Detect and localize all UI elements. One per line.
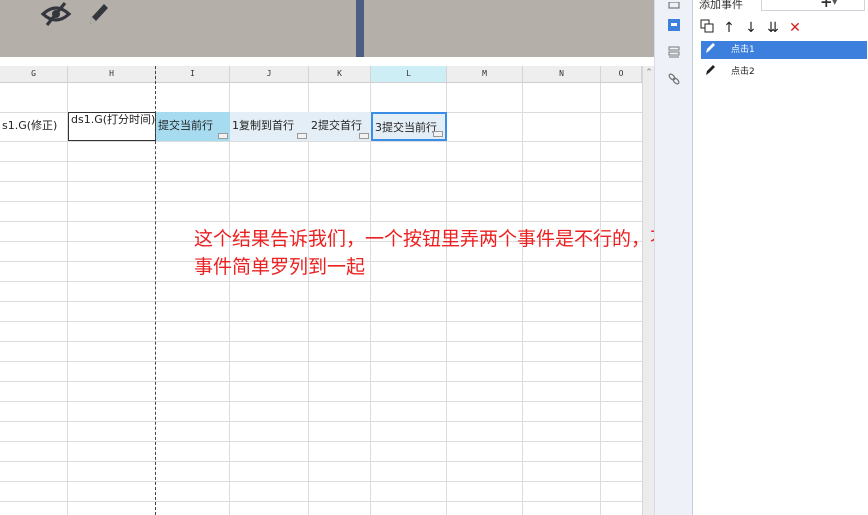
column-line xyxy=(370,83,371,515)
toolbar-gap xyxy=(0,57,654,66)
cell-J-label: 1复制到首行 xyxy=(232,119,294,132)
column-line xyxy=(446,83,447,515)
cell-L-label: 3提交当前行 xyxy=(375,121,437,134)
row-line xyxy=(0,201,642,202)
pencil-icon xyxy=(704,41,716,62)
row-line xyxy=(0,341,642,342)
page-break-line xyxy=(155,66,156,515)
cell-G-text: s1.G(修正) xyxy=(2,119,58,132)
widget-marker-icon xyxy=(297,133,307,139)
pencil-icon xyxy=(704,63,716,84)
toolbar-panel-right xyxy=(364,0,654,57)
row-line xyxy=(0,161,642,162)
copy-icon[interactable] xyxy=(699,19,715,37)
event-item-click2[interactable]: 点击2 xyxy=(701,63,867,81)
column-header-M[interactable]: M xyxy=(447,66,523,82)
panel-icon[interactable] xyxy=(667,0,681,14)
row-line xyxy=(0,401,642,402)
column-line xyxy=(308,83,309,515)
column-header-J[interactable]: J xyxy=(230,66,309,82)
column-header-N[interactable]: N xyxy=(523,66,601,82)
cell-I-label: 提交当前行 xyxy=(158,119,213,132)
cell-G[interactable]: s1.G(修正) xyxy=(0,112,68,141)
widget-marker-icon xyxy=(359,133,369,139)
pencil-icon[interactable] xyxy=(85,0,111,31)
panel-title: 添加事件 xyxy=(699,0,743,11)
column-header-L[interactable]: L xyxy=(371,66,447,82)
row-line xyxy=(0,301,642,302)
row-line xyxy=(0,361,642,362)
widget-marker-icon xyxy=(218,133,228,139)
event-label: 点击1 xyxy=(731,45,755,55)
add-icon: + xyxy=(820,0,833,11)
move-down-icon[interactable]: ↓ xyxy=(743,19,759,37)
row-line xyxy=(0,321,642,322)
row-line xyxy=(0,481,642,482)
row-line xyxy=(0,221,642,222)
row-line xyxy=(0,141,642,142)
chevron-down-icon: ▼ xyxy=(832,0,838,6)
panel-divider[interactable] xyxy=(356,0,364,57)
row-line xyxy=(0,381,642,382)
vertical-scrollbar[interactable]: ⌃ xyxy=(642,66,654,515)
column-header-G[interactable]: G xyxy=(0,66,68,82)
column-header-H[interactable]: H xyxy=(68,66,156,82)
delete-icon[interactable]: ✕ xyxy=(787,19,803,37)
spreadsheet-grid[interactable]: s1.G(修正) ds1.G(打分时间) 提交当前行 1复制到首行 2提交首行 … xyxy=(0,83,642,515)
event-icon[interactable] xyxy=(667,18,681,32)
event-panel: 添加事件 + ▼ ↑ ↓ ⇊ ✕ 点击1 点击2 xyxy=(692,0,868,515)
toolbar-panel xyxy=(0,0,356,57)
column-header-K[interactable]: K xyxy=(309,66,371,82)
layers-icon[interactable] xyxy=(667,45,681,59)
move-bottom-icon[interactable]: ⇊ xyxy=(765,19,781,37)
event-item-click1[interactable]: 点击1 xyxy=(701,41,867,59)
column-header-O[interactable]: O xyxy=(601,66,642,82)
column-line xyxy=(67,83,68,515)
submit-current-row-button-3[interactable]: 3提交当前行 xyxy=(371,112,447,141)
add-event-button[interactable]: + ▼ xyxy=(761,0,865,11)
cell-H-text: ds1.G(打分时间) xyxy=(71,113,156,126)
move-up-icon[interactable]: ↑ xyxy=(721,19,737,37)
side-icon-bar xyxy=(654,0,692,515)
cell-K-label: 2提交首行 xyxy=(311,119,362,132)
row-line xyxy=(0,421,642,422)
cell-H[interactable]: ds1.G(打分时间) xyxy=(68,112,156,141)
row-line xyxy=(0,501,642,502)
event-label: 点击2 xyxy=(731,67,755,77)
column-line xyxy=(600,83,601,515)
column-line xyxy=(229,83,230,515)
widget-marker-icon xyxy=(433,131,443,137)
row-line xyxy=(0,281,642,282)
row-line xyxy=(0,441,642,442)
copy-to-first-row-button[interactable]: 1复制到首行 xyxy=(230,112,309,141)
submit-current-row-button[interactable]: 提交当前行 xyxy=(156,112,230,141)
eye-slash-icon[interactable] xyxy=(40,0,72,31)
column-header-row: G H I J K L M N O xyxy=(0,66,642,83)
row-line xyxy=(0,181,642,182)
column-line xyxy=(522,83,523,515)
link-icon[interactable] xyxy=(667,72,681,86)
submit-first-row-button[interactable]: 2提交首行 xyxy=(309,112,371,141)
column-header-I[interactable]: I xyxy=(156,66,230,82)
row-line xyxy=(0,461,642,462)
